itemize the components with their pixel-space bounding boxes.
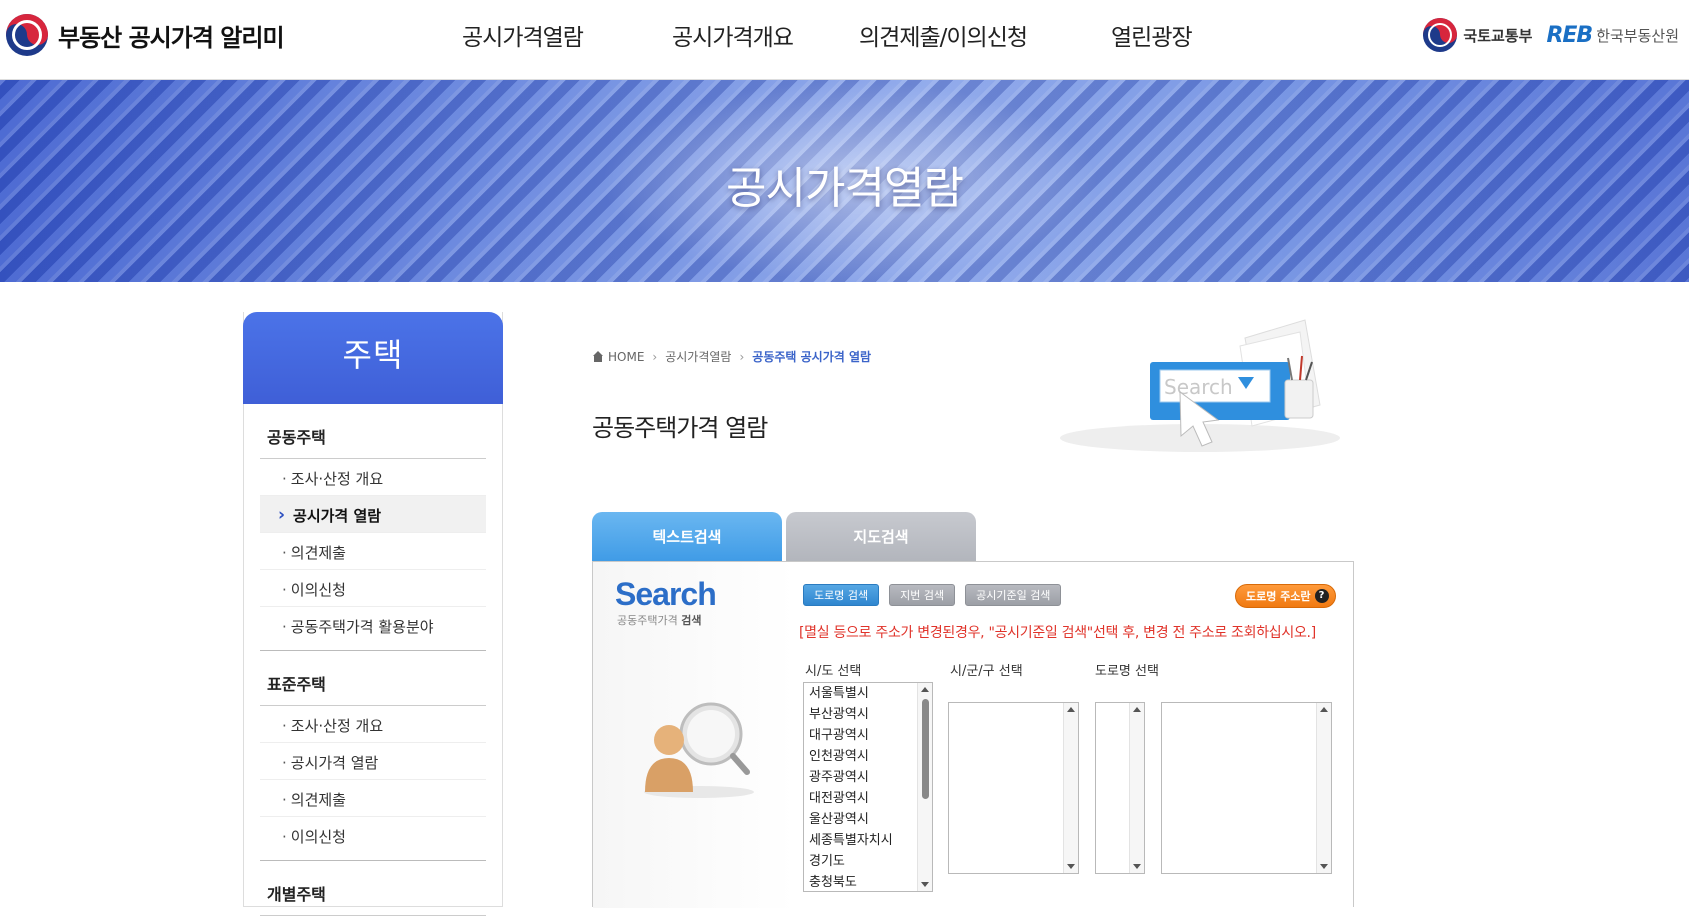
search-logo-sub-a: 공동주택가격 (617, 614, 678, 627)
tab-text-search[interactable]: 텍스트검색 (592, 512, 782, 562)
nav-price-overview[interactable]: 공시가격개요 (672, 18, 794, 52)
nav-price-view[interactable]: 공시가격열람 (462, 18, 584, 52)
sidebar-group-title[interactable]: 개별주택 (260, 860, 486, 916)
lot-search-button[interactable]: 지번 검색 (889, 584, 956, 606)
road-search-button[interactable]: 도로명 검색 (803, 584, 880, 606)
sido-option[interactable]: 세종특별자치시 (804, 830, 932, 851)
road-label: 도로명 선택 (1095, 664, 1159, 679)
breadcrumb-home[interactable]: HOME (608, 350, 644, 364)
road-name-listbox[interactable] (1161, 702, 1332, 874)
sido-option[interactable]: 대전광역시 (804, 788, 932, 809)
org-logos: 국토교통부 REB 한국부동산원 (1423, 18, 1679, 52)
banner-title: 공시가격열람 (726, 163, 964, 214)
sido-label: 시/도 선택 (805, 664, 862, 679)
sidebar-item-std-price-view[interactable]: 공시가격 열람 (260, 743, 486, 780)
scroll-down-icon[interactable] (1133, 864, 1141, 869)
sido-option[interactable]: 광주광역시 (804, 767, 932, 788)
reb-name: 한국부동산원 (1596, 26, 1679, 45)
nav-open-plaza[interactable]: 열린광장 (1111, 18, 1193, 52)
sido-option[interactable]: 울산광역시 (804, 809, 932, 830)
breadcrumb-current: 공동주택 공시가격 열람 (752, 350, 872, 364)
sido-options: 서울특별시 부산광역시 대구광역시 인천광역시 광주광역시 대전광역시 울산광역… (804, 683, 932, 893)
road-initial-listbox[interactable] (1095, 702, 1145, 874)
road-address-help-button[interactable]: 도로명 주소란 ? (1235, 584, 1336, 608)
sidebar-title: 주택 (243, 312, 503, 404)
base-date-search-button[interactable]: 공시기준일 검색 (965, 584, 1062, 606)
molit-logo[interactable]: 국토교통부 (1423, 18, 1532, 52)
scroll-up-icon[interactable] (1320, 707, 1328, 712)
molit-name: 국토교통부 (1463, 26, 1533, 45)
sigungu-listbox[interactable] (948, 702, 1079, 874)
sidebar-item-apt-usage[interactable]: 공동주택가격 활용분야 (260, 607, 486, 644)
tab-map-search[interactable]: 지도검색 (786, 512, 976, 562)
sido-option[interactable]: 서울특별시 (804, 683, 932, 704)
search-logo-subtitle: 공동주택가격 검색 (617, 612, 701, 628)
sidebar-item-apt-opinion[interactable]: 의견제출 (260, 533, 486, 570)
sidebar-group-title[interactable]: 공동주택 (260, 404, 486, 459)
address-change-notice: [멸실 등으로 주소가 변경된경우, "공시기준일 검색"선택 후, 변경 전 … (799, 625, 1316, 641)
nav-opinion-objection[interactable]: 의견제출/이의신청 (859, 18, 1028, 52)
search-panel: Search 공동주택가격 검색 도로명 검색 지번 검색 공시기준일 검색 도… (592, 561, 1354, 908)
sido-option[interactable]: 부산광역시 (804, 704, 932, 725)
sigungu-scrollbar[interactable] (1063, 703, 1078, 873)
molit-emblem-icon (1423, 18, 1458, 52)
scroll-thumb[interactable] (922, 699, 929, 799)
person-magnifier-illustration (644, 702, 754, 798)
breadcrumb: HOME › 공시가격열람 › 공동주택 공시가격 열람 (592, 348, 871, 365)
sido-option[interactable]: 충청북도 (804, 872, 932, 893)
reb-logo[interactable]: REB 한국부동산원 (1546, 23, 1679, 48)
sidebar: 주택 공동주택 조사·산정 개요 공시가격 열람 의견제출 이의신청 공동주택가… (243, 312, 503, 916)
sidebar-group-apartment: 공동주택 조사·산정 개요 공시가격 열람 의견제출 이의신청 공동주택가격 활… (260, 404, 486, 644)
breadcrumb-separator-icon: › (739, 349, 745, 364)
page-banner: 공시가격열람 (0, 80, 1689, 282)
sidebar-item-std-survey[interactable]: 조사·산정 개요 (260, 706, 486, 743)
breadcrumb-level1[interactable]: 공시가격열람 (665, 348, 731, 365)
sidebar-item-apt-price-view[interactable]: 공시가격 열람 (260, 496, 486, 533)
breadcrumb-separator-icon: › (652, 349, 658, 364)
home-icon (592, 351, 604, 362)
search-mode-buttons: 도로명 검색 지번 검색 공시기준일 검색 (803, 584, 1062, 606)
sidebar-group-standard-house: 표준주택 조사·산정 개요 공시가격 열람 의견제출 이의신청 (260, 650, 486, 854)
sido-listbox[interactable]: 서울특별시 부산광역시 대구광역시 인천광역시 광주광역시 대전광역시 울산광역… (803, 682, 933, 892)
search-panel-left: Search 공동주택가격 검색 (593, 562, 795, 908)
sigungu-label: 시/군/구 선택 (950, 664, 1023, 679)
site-header: 부동산 공시가격 알리미 공시가격열람 공시가격개요 의견제출/이의신청 열린광… (0, 0, 1689, 80)
sidebar-group-individual-house: 개별주택 (260, 860, 486, 916)
scroll-down-icon[interactable] (1320, 864, 1328, 869)
sidebar-item-std-objection[interactable]: 이의신청 (260, 817, 486, 854)
sido-option[interactable]: 인천광역시 (804, 746, 932, 767)
sido-option[interactable]: 대구광역시 (804, 725, 932, 746)
sidebar-item-apt-objection[interactable]: 이의신청 (260, 570, 486, 607)
scroll-down-icon[interactable] (921, 882, 929, 887)
search-illustration: Search (1060, 319, 1340, 452)
sido-option[interactable]: 경기도 (804, 851, 932, 872)
scroll-down-icon[interactable] (1067, 864, 1075, 869)
search-logo: Search (615, 576, 717, 612)
sidebar-item-std-opinion[interactable]: 의견제출 (260, 780, 486, 817)
road-name-scrollbar[interactable] (1316, 703, 1331, 873)
scroll-up-icon[interactable] (1067, 707, 1075, 712)
scroll-up-icon[interactable] (1133, 707, 1141, 712)
illustration-search-word: Search (1164, 375, 1233, 399)
road-help-label: 도로명 주소란 (1246, 590, 1311, 603)
sido-scrollbar[interactable] (917, 683, 932, 891)
page-title: 공동주택가격 열람 (592, 414, 768, 442)
help-question-icon: ? (1314, 589, 1329, 603)
sidebar-item-apt-survey[interactable]: 조사·산정 개요 (260, 459, 486, 496)
scroll-up-icon[interactable] (921, 687, 929, 692)
sidebar-group-title[interactable]: 표준주택 (260, 650, 486, 706)
search-logo-sub-b: 검색 (681, 614, 702, 627)
road-initial-scrollbar[interactable] (1129, 703, 1144, 873)
reb-mark: REB (1546, 22, 1593, 48)
